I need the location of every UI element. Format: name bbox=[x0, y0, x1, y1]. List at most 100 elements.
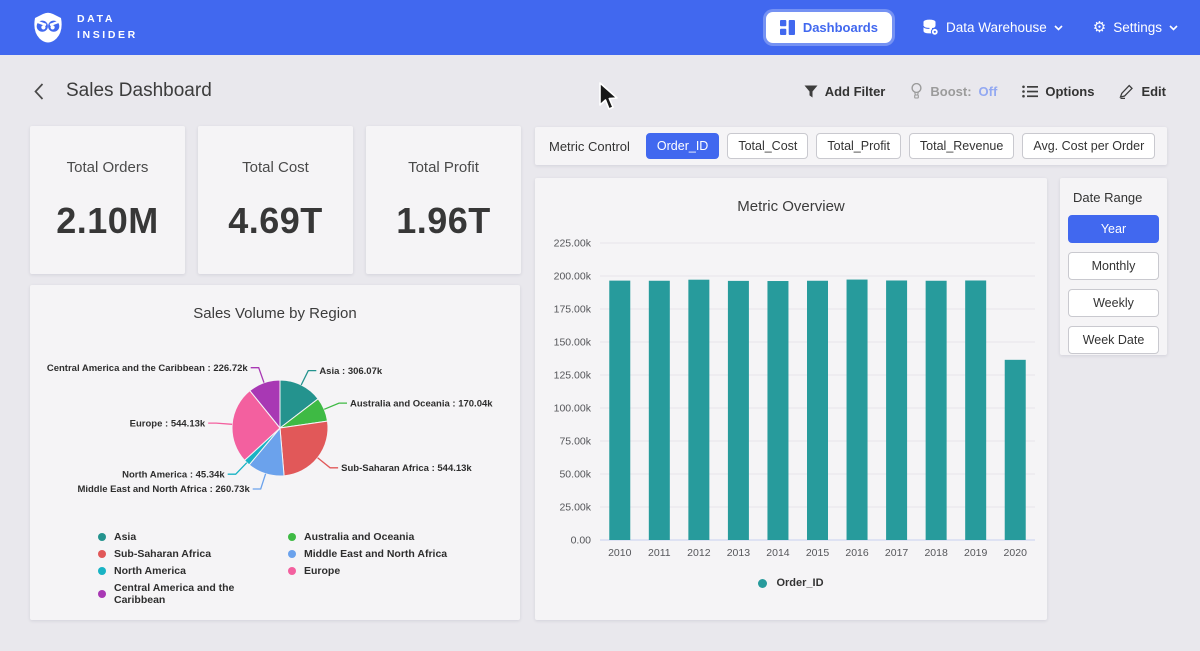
bar-chart[interactable]: 0.0025.00k50.00k75.00k100.00k125.00k150.… bbox=[535, 213, 1047, 565]
bar-2012[interactable] bbox=[688, 280, 709, 540]
sales-volume-card: Sales Volume by Region Asia : 306.07k Aus… bbox=[30, 285, 520, 620]
bar-2011[interactable] bbox=[649, 281, 670, 540]
bar-2019[interactable] bbox=[965, 280, 986, 540]
legend-dot bbox=[758, 579, 767, 588]
pie-legend-item-north-america[interactable]: North America bbox=[98, 565, 288, 577]
brand[interactable]: DATA INSIDER bbox=[30, 10, 138, 46]
pie-leader-line bbox=[253, 474, 266, 489]
bar-2017[interactable] bbox=[886, 280, 907, 540]
owl-logo-icon bbox=[30, 10, 66, 46]
chevron-down-icon bbox=[1169, 25, 1178, 31]
pie-legend-item-central-america-and-the-caribbean[interactable]: Central America and the Caribbean bbox=[98, 582, 288, 606]
x-tick-label: 2012 bbox=[687, 547, 711, 559]
x-tick-label: 2015 bbox=[806, 547, 830, 559]
metric-button-avg-cost-per-order[interactable]: Avg. Cost per Order bbox=[1022, 133, 1155, 159]
pie-leader-line bbox=[208, 423, 232, 424]
page-title: Sales Dashboard bbox=[66, 80, 212, 102]
data-warehouse-label: Data Warehouse bbox=[946, 20, 1047, 35]
dashboards-label: Dashboards bbox=[803, 20, 878, 35]
metric-button-total-revenue[interactable]: Total_Revenue bbox=[909, 133, 1014, 159]
legend-dot bbox=[98, 567, 106, 575]
boost-state: Off bbox=[979, 84, 998, 99]
bar-2018[interactable] bbox=[926, 281, 947, 540]
bar-2013[interactable] bbox=[728, 281, 749, 540]
metric-button-total-profit[interactable]: Total_Profit bbox=[816, 133, 901, 159]
y-tick-label: 175.00k bbox=[554, 304, 592, 316]
y-tick-label: 100.00k bbox=[554, 403, 592, 415]
data-warehouse-menu[interactable]: Data Warehouse bbox=[922, 19, 1063, 36]
x-tick-label: 2011 bbox=[648, 547, 671, 559]
legend-text: Australia and Oceania bbox=[304, 531, 414, 543]
kpi-row: Total Orders2.10MTotal Cost4.69TTotal Pr… bbox=[30, 126, 521, 274]
date-range-button-weekly[interactable]: Weekly bbox=[1068, 289, 1159, 317]
date-range-button-monthly[interactable]: Monthly bbox=[1068, 252, 1159, 280]
pie-legend-item-europe[interactable]: Europe bbox=[288, 565, 447, 577]
database-icon bbox=[922, 19, 939, 36]
pie-slice-label: Central America and the Caribbean : 226.… bbox=[47, 363, 249, 374]
legend-dot bbox=[288, 567, 296, 575]
pie-legend-column: Australia and Oceania Middle East and Nor… bbox=[288, 531, 447, 606]
bar-2010[interactable] bbox=[609, 281, 630, 540]
add-filter-button[interactable]: Add Filter bbox=[804, 84, 886, 99]
pie-slice-label: Australia and Oceania : 170.04k bbox=[350, 398, 493, 409]
boost-toggle[interactable]: Boost: Off bbox=[910, 83, 997, 99]
dashboards-grid-icon bbox=[780, 20, 795, 35]
pie-chart-legend: Asia Sub-Saharan Africa North America Centr… bbox=[30, 531, 520, 606]
bar-2016[interactable] bbox=[847, 280, 868, 540]
pie-leader-line bbox=[318, 458, 339, 468]
dashboards-button[interactable]: Dashboards bbox=[766, 12, 892, 43]
kpi-card-total-orders: Total Orders2.10M bbox=[30, 126, 185, 274]
bar-2020[interactable] bbox=[1005, 360, 1026, 540]
edit-button[interactable]: Edit bbox=[1119, 84, 1166, 99]
settings-label: Settings bbox=[1113, 20, 1162, 35]
settings-menu[interactable]: ⚙ Settings bbox=[1093, 20, 1178, 35]
pie-slice-sub-saharan-africa[interactable] bbox=[280, 421, 328, 476]
pie-legend-item-australia-and-oceania[interactable]: Australia and Oceania bbox=[288, 531, 447, 543]
legend-text: Middle East and North Africa bbox=[304, 548, 447, 560]
top-navbar: DATA INSIDER Dashboards bbox=[0, 0, 1200, 55]
pie-slice-label: Asia : 306.07k bbox=[319, 366, 383, 377]
legend-dot bbox=[98, 550, 106, 558]
bar-chart-title: Metric Overview bbox=[535, 178, 1047, 213]
bar-2014[interactable] bbox=[767, 281, 788, 540]
pie-slice-label: Middle East and North Africa : 260.73k bbox=[77, 484, 250, 495]
chevron-down-icon bbox=[1054, 25, 1063, 31]
date-range-label: Date Range bbox=[1073, 190, 1159, 205]
metric-button-order-id[interactable]: Order_ID bbox=[646, 133, 719, 159]
y-tick-label: 225.00k bbox=[554, 238, 592, 250]
x-tick-label: 2018 bbox=[924, 547, 948, 559]
kpi-value: 1.96T bbox=[396, 200, 491, 242]
y-tick-label: 0.00 bbox=[571, 535, 592, 547]
pie-legend-item-sub-saharan-africa[interactable]: Sub-Saharan Africa bbox=[98, 548, 288, 560]
kpi-value: 2.10M bbox=[56, 200, 159, 242]
pencil-icon bbox=[1119, 84, 1134, 99]
bar-chart-legend: Order_ID bbox=[535, 577, 1047, 589]
legend-text: Europe bbox=[304, 565, 340, 577]
x-tick-label: 2019 bbox=[964, 547, 988, 559]
pie-chart[interactable]: Asia : 306.07k Australia and Oceania : 17… bbox=[30, 320, 520, 525]
pie-slice-label: Sub-Saharan Africa : 544.13k bbox=[341, 463, 472, 474]
back-button[interactable] bbox=[34, 83, 44, 100]
options-button[interactable]: Options bbox=[1022, 84, 1094, 99]
date-range-button-year[interactable]: Year bbox=[1068, 215, 1159, 243]
pie-legend-column: Asia Sub-Saharan Africa North America Centr… bbox=[98, 531, 288, 606]
x-tick-label: 2017 bbox=[885, 547, 909, 559]
metric-buttons: Order_ID Total_Cost Total_Profit Total_Reve… bbox=[646, 133, 1155, 159]
date-range-button-week-date[interactable]: Week Date bbox=[1068, 326, 1159, 354]
bar-2015[interactable] bbox=[807, 281, 828, 540]
date-range-card: Date Range Year Monthly Weekly Week Date bbox=[1060, 178, 1167, 355]
legend-dot bbox=[98, 590, 106, 598]
pie-leader-line bbox=[228, 463, 247, 475]
pie-leader-line bbox=[301, 371, 316, 385]
brand-text: DATA INSIDER bbox=[77, 12, 138, 44]
pie-legend-item-asia[interactable]: Asia bbox=[98, 531, 288, 543]
pie-legend-item-middle-east-and-north-africa[interactable]: Middle East and North Africa bbox=[288, 548, 447, 560]
metric-button-total-cost[interactable]: Total_Cost bbox=[727, 133, 808, 159]
pie-slice-label: North America : 45.34k bbox=[122, 469, 225, 480]
filter-icon bbox=[804, 85, 818, 98]
y-tick-label: 25.00k bbox=[559, 502, 591, 514]
x-tick-label: 2014 bbox=[766, 547, 790, 559]
navbar-right: Dashboards Data Warehouse bbox=[766, 12, 1178, 43]
metric-overview-card: Metric Overview 0.0025.00k50.00k75.00k10… bbox=[535, 178, 1047, 620]
pie-chart-title: Sales Volume by Region bbox=[30, 285, 520, 320]
